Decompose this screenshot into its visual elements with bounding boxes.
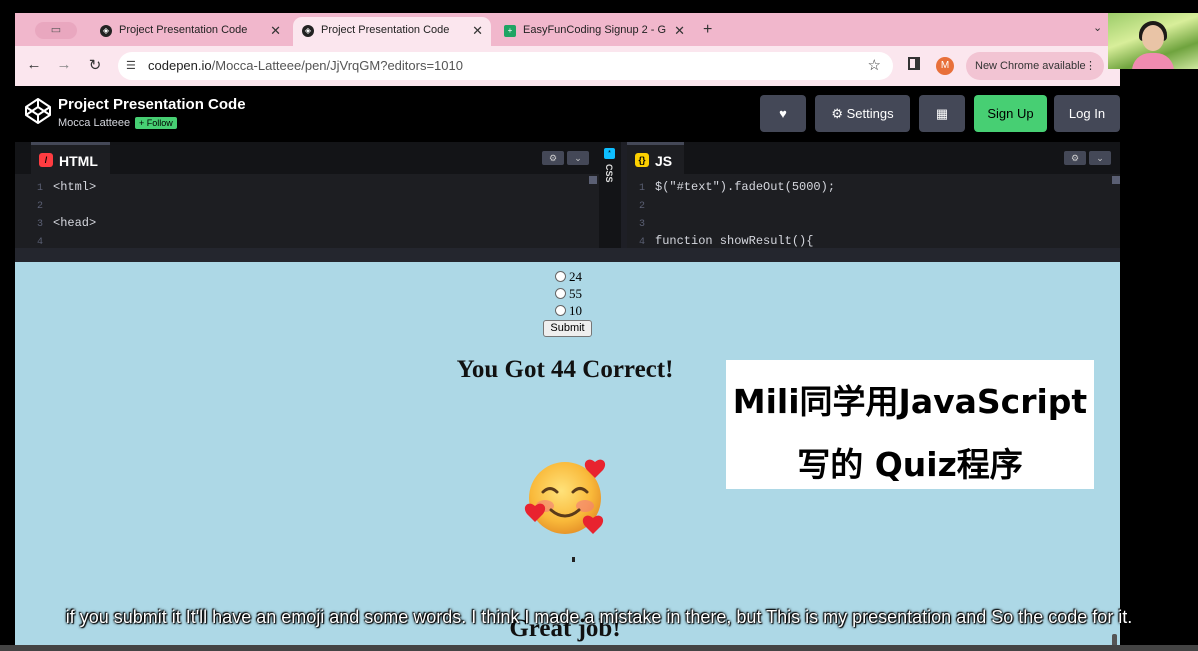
tab-search-button[interactable]: ▭ [35, 22, 77, 39]
answer-option-label: 10 [569, 303, 582, 318]
follow-button[interactable]: + Follow [135, 117, 177, 129]
html-code[interactable]: 1 <html> 2 3 <head> 4 [15, 178, 96, 248]
bookmark-star-icon[interactable]: ☆ [868, 56, 881, 74]
overlay-caption-line-2: 写的 Quiz程序 [797, 445, 1023, 484]
editor-collapse-chevron-icon[interactable]: ⌄ [1089, 151, 1111, 165]
settings-label: Settings [846, 106, 894, 121]
heart-button[interactable]: ♥ [760, 95, 806, 132]
code-line: 3 <head> [36, 216, 97, 230]
pen-author[interactable]: Mocca Latteee [58, 117, 130, 129]
pen-title[interactable]: Project Presentation Code [58, 96, 246, 113]
css-editor-collapsed[interactable]: * CSS [599, 142, 621, 248]
site-info-icon[interactable]: ☰ [126, 59, 136, 72]
tab-project-presentation-2[interactable]: ◈ Project Presentation Code ✕ [293, 17, 491, 46]
codepen-favicon-icon: ◈ [302, 25, 314, 37]
log-in-button[interactable]: Log In [1054, 95, 1120, 132]
js-code[interactable]: 1 $("#text").fadeOut(5000); 2 3 4 function… [627, 178, 835, 248]
answer-option[interactable]: 10 [555, 303, 582, 319]
tab-title: Project Presentation Code [119, 24, 248, 36]
answer-option[interactable]: 24 [555, 269, 582, 285]
smiling-face-with-hearts-icon [524, 459, 606, 534]
js-editor[interactable]: {} JS ⚙ ⌄ 1 $("#text").fadeOut(5000); 2 3… [627, 142, 1120, 248]
code-line: 4 [36, 237, 43, 248]
answer-option-label: 24 [569, 269, 582, 284]
browser-toolbar: ← → ↻ ☰ codepen.io/Mocca-Latteee/pen/JjV… [15, 46, 1120, 86]
code-line: 4 function showResult(){ [638, 234, 814, 248]
tab-menu-chevron-icon[interactable]: ⌄ [1093, 21, 1102, 34]
html-badge-icon: / [39, 153, 53, 167]
side-panel-icon[interactable] [908, 57, 920, 70]
html-editor[interactable]: / HTML ⚙ ⌄ 1 <html> 2 3 <head> 4 [15, 142, 599, 248]
js-scrollbar-thumb[interactable] [1112, 176, 1120, 184]
new-tab-button[interactable]: + [703, 21, 712, 39]
webcam-video-thumbnail [1108, 13, 1198, 69]
profile-avatar[interactable]: M [936, 57, 954, 75]
editor-settings-icon[interactable]: ⚙ [1064, 151, 1086, 165]
html-editor-label: HTML [59, 153, 98, 169]
address-bar[interactable]: ☰ codepen.io/Mocca-Latteee/pen/JjVrqGM?e… [118, 52, 893, 80]
html-scrollbar-thumb[interactable] [589, 176, 597, 184]
resize-divider[interactable] [15, 248, 1120, 262]
update-label: New Chrome available [975, 60, 1086, 72]
code-line: 1 <html> [36, 180, 97, 194]
close-tab-icon[interactable]: ✕ [270, 17, 281, 44]
html-editor-tab[interactable]: / HTML [31, 142, 110, 174]
webcam-person-body [1132, 53, 1174, 69]
overlay-caption-box: Mili同学用JavaScript 写的 Quiz程序 [726, 360, 1094, 489]
radio-button[interactable] [555, 288, 566, 299]
js-badge-icon: {} [635, 153, 649, 167]
sheets-favicon-icon: + [504, 25, 516, 37]
reload-icon[interactable]: ↻ [86, 56, 104, 74]
more-menu-icon[interactable]: ⋮ [1085, 52, 1096, 80]
back-arrow-icon[interactable]: ← [25, 56, 43, 73]
heart-icon: ♥ [779, 106, 787, 121]
css-badge-icon: * [604, 148, 615, 159]
answer-option-label: 55 [569, 286, 582, 301]
codepen-logo-icon[interactable] [23, 96, 53, 126]
forward-arrow-icon[interactable]: → [55, 56, 73, 73]
settings-button[interactable]: ⚙ Settings [815, 95, 910, 132]
layout-button[interactable]: ▦ [919, 95, 965, 132]
answer-option[interactable]: 55 [555, 286, 582, 302]
score-heading: You Got 44 Correct! [456, 356, 674, 383]
js-editor-label: JS [655, 153, 673, 169]
tab-title: Project Presentation Code [321, 24, 450, 36]
submit-button[interactable]: Submit [543, 320, 592, 337]
editor-area: / HTML ⚙ ⌄ 1 <html> 2 3 <head> 4 * CSS {} … [15, 142, 1120, 248]
close-tab-icon[interactable]: ✕ [674, 17, 685, 44]
code-line: 3 [638, 219, 645, 230]
sign-up-button[interactable]: Sign Up [974, 95, 1047, 132]
gear-icon: ⚙ [831, 106, 847, 121]
editor-settings-icon[interactable]: ⚙ [542, 151, 564, 165]
webcam-person-face [1142, 25, 1164, 51]
js-editor-header: {} JS ⚙ ⌄ [627, 142, 1120, 174]
layout-grid-icon: ▦ [935, 106, 949, 121]
tab-title: EasyFunCoding Signup 2 - G [523, 24, 667, 36]
code-line: 2 [638, 201, 645, 212]
codepen-favicon-icon: ◈ [100, 25, 112, 37]
codepen-header: Project Presentation Code Mocca Latteee … [15, 86, 1120, 142]
radio-button[interactable] [555, 271, 566, 282]
close-tab-icon[interactable]: ✕ [472, 17, 483, 44]
new-chrome-available-button[interactable]: New Chrome available ⋮ [966, 52, 1104, 80]
mouse-cursor-icon [572, 557, 575, 562]
js-editor-tab[interactable]: {} JS [627, 142, 685, 174]
tab-project-presentation-1[interactable]: ◈ Project Presentation Code ✕ [91, 17, 289, 46]
bottom-bar [0, 645, 1198, 651]
video-subtitle: if you submit it It'll have an emoji and… [65, 607, 1133, 627]
html-editor-header: / HTML ⚙ ⌄ [15, 142, 599, 174]
code-line: 2 [36, 201, 43, 212]
radio-button[interactable] [555, 305, 566, 316]
tab-easyfuncoding-signup[interactable]: + EasyFunCoding Signup 2 - G ✕ [495, 17, 693, 46]
url-domain: codepen.io [148, 58, 212, 73]
screen: { "browser": { "tabs": [ {"title": "Proj… [0, 0, 1198, 651]
code-line: 1 $("#text").fadeOut(5000); [638, 180, 836, 194]
editor-collapse-chevron-icon[interactable]: ⌄ [567, 151, 589, 165]
browser-tab-strip: ▭ ◈ Project Presentation Code ✕ ◈ Projec… [15, 13, 1120, 46]
url-path: /Mocca-Latteee/pen/JjVrqGM?editors=1010 [211, 58, 463, 73]
overlay-caption-line-1: Mili同学用JavaScript [732, 382, 1088, 421]
css-editor-label: CSS [604, 164, 614, 183]
